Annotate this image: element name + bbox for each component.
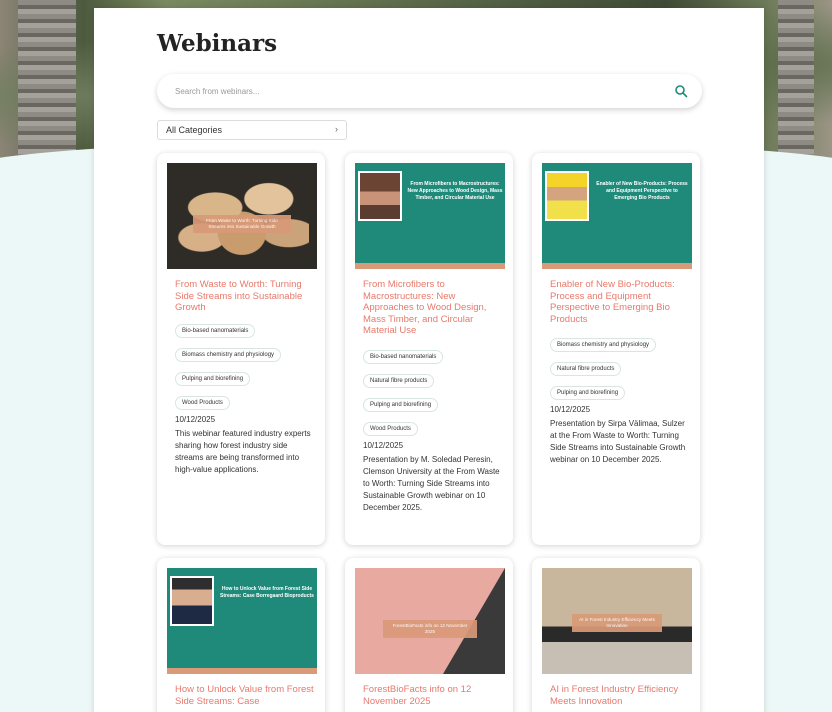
thumbnail-caption: ForestBioFacts info on 12 November 2025: [383, 620, 477, 638]
tag-chip[interactable]: Pulping and biorefining: [550, 386, 626, 400]
webinar-card[interactable]: ForestBioFacts info on 12 November 2025 …: [345, 558, 513, 712]
speaker-photo: [358, 171, 402, 221]
webinar-date: 10/12/2025: [550, 405, 591, 414]
webinar-title-link[interactable]: AI in Forest Industry Efficiency Meets I…: [550, 684, 690, 707]
webinar-card[interactable]: How to Unlock Value from Forest Side Str…: [157, 558, 325, 712]
thumbnail-caption: How to Unlock Value from Forest Side Str…: [220, 586, 314, 599]
search-input[interactable]: [175, 83, 655, 99]
webinar-thumbnail[interactable]: How to Unlock Value from Forest Side Str…: [167, 568, 317, 674]
tag-list: Bio-based nanomaterials Biomass chemistr…: [175, 319, 315, 476]
tag-chip[interactable]: Wood Products: [175, 396, 230, 410]
webinar-date: 10/12/2025: [363, 441, 404, 450]
tag-chip[interactable]: Pulping and biorefining: [175, 372, 251, 386]
category-select-value: All Categories: [166, 125, 223, 135]
webinar-description: This webinar featured industry experts s…: [175, 429, 311, 474]
category-select[interactable]: All Categories ›: [157, 120, 347, 140]
thumbnail-bar: [355, 263, 505, 269]
tag-list: Biomass chemistry and physiology Natural…: [550, 333, 690, 466]
thumbnail-bar: [542, 263, 692, 269]
tag-chip[interactable]: Bio-based nanomaterials: [175, 324, 256, 338]
webinar-description: Presentation by Sirpa Välimaa, Sulzer at…: [550, 419, 686, 464]
webinar-title-link[interactable]: From Waste to Worth: Turning Side Stream…: [175, 279, 315, 314]
tag-chip[interactable]: Bio-based nanomaterials: [363, 350, 444, 364]
webinar-thumbnail[interactable]: From Waste to Worth: Turning Side Stream…: [167, 163, 317, 269]
webinar-title-link[interactable]: From Microfibers to Macrostructures: New…: [363, 279, 503, 337]
chevron-right-icon: ›: [335, 124, 338, 134]
webinar-title-link[interactable]: Enabler of New Bio-Products: Process and…: [550, 279, 690, 325]
speaker-photo: [170, 576, 214, 626]
tag-chip[interactable]: Wood Products: [363, 422, 418, 436]
webinar-thumbnail[interactable]: From Microfibers to Macrostructures: New…: [355, 163, 505, 269]
tag-chip[interactable]: Biomass chemistry and physiology: [175, 348, 282, 362]
thumbnail-caption: From Microfibers to Macrostructures: New…: [407, 181, 503, 201]
tag-chip[interactable]: Natural fibre products: [550, 362, 622, 376]
page-title: Webinars: [157, 30, 278, 57]
tree-trunk: [18, 0, 76, 160]
content-panel: Webinars All Categories › From Waste to …: [94, 8, 764, 712]
webinar-description: Presentation by M. Soledad Peresin, Clem…: [363, 455, 500, 512]
tag-chip[interactable]: Pulping and biorefining: [363, 398, 439, 412]
tag-list: Bio-based nanomaterials Natural fibre pr…: [363, 345, 503, 514]
search-icon[interactable]: [674, 84, 688, 98]
webinar-card[interactable]: From Microfibers to Macrostructures: New…: [345, 153, 513, 545]
webinar-thumbnail[interactable]: AI in Forest Industry Efficiency Meets I…: [542, 568, 692, 674]
webinar-card[interactable]: From Waste to Worth: Turning Side Stream…: [157, 153, 325, 545]
webinar-thumbnail[interactable]: Enabler of New Bio-Products: Process and…: [542, 163, 692, 269]
tag-chip[interactable]: Natural fibre products: [363, 374, 435, 388]
webinar-thumbnail[interactable]: ForestBioFacts info on 12 November 2025: [355, 568, 505, 674]
tree-trunk: [778, 0, 814, 160]
speaker-photo: [545, 171, 589, 221]
search-bar[interactable]: [157, 74, 702, 108]
thumbnail-bar: [167, 668, 317, 674]
webinar-card[interactable]: Enabler of New Bio-Products: Process and…: [532, 153, 700, 545]
webinar-card[interactable]: AI in Forest Industry Efficiency Meets I…: [532, 558, 700, 712]
thumbnail-caption: AI in Forest Industry Efficiency Meets I…: [572, 614, 662, 632]
thumbnail-caption: From Waste to Worth: Turning Side Stream…: [193, 215, 291, 233]
tag-chip[interactable]: Biomass chemistry and physiology: [550, 338, 657, 352]
thumbnail-caption: Enabler of New Bio-Products: Process and…: [596, 181, 688, 201]
webinar-date: 10/12/2025: [175, 415, 216, 424]
webinar-title-link[interactable]: ForestBioFacts info on 12 November 2025: [363, 684, 503, 707]
webinar-title-link[interactable]: How to Unlock Value from Forest Side Str…: [175, 684, 315, 707]
